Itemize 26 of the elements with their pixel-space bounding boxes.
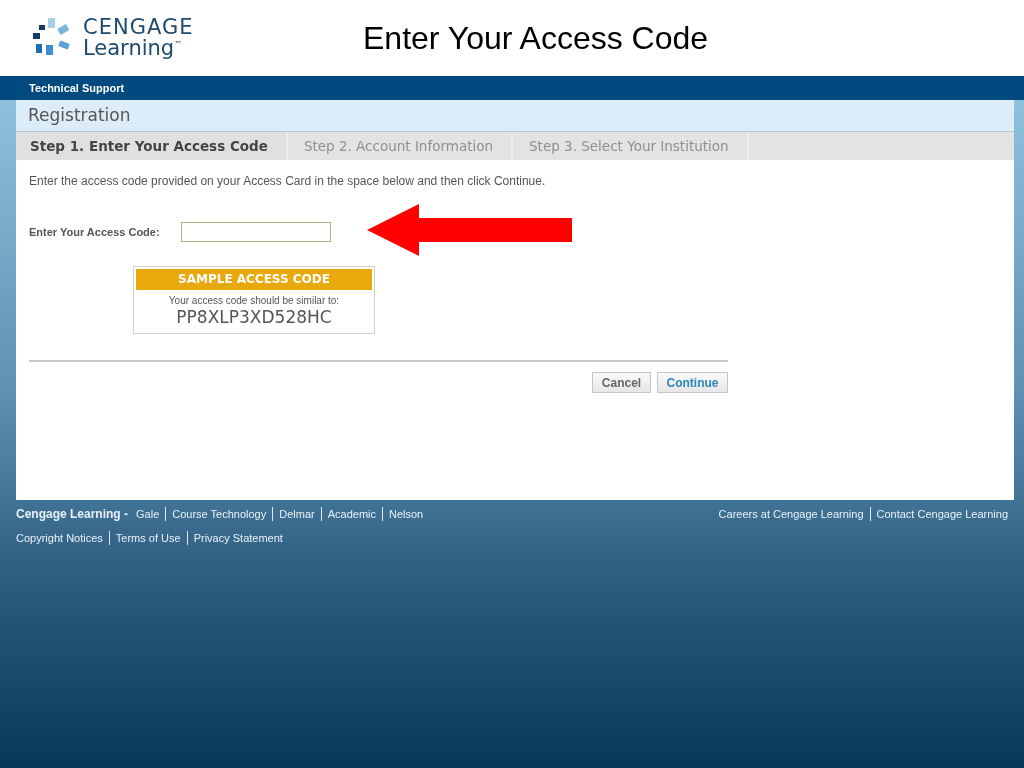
sample-code: PP8XLP3XD528HC: [175, 307, 333, 327]
sample-text: Your access code should be similar to:: [167, 295, 341, 306]
technical-support-link[interactable]: Technical Support: [29, 82, 125, 94]
instructions-text: Enter the access code provided on your Access Card in the space below and then click Continue.: [29, 174, 547, 188]
footer-link[interactable]: Careers at Cengage Learning: [718, 507, 870, 521]
field-label: Enter Your Access Code:: [29, 226, 161, 238]
cancel-button[interactable]: Cancel: [592, 372, 651, 393]
logo-wordmark: Learning$^{™}$: [83, 38, 184, 59]
sample-heading: SAMPLE ACCESS CODE: [136, 269, 372, 290]
footer-link[interactable]: Privacy Statement: [186, 531, 289, 545]
footer-link[interactable]: Contact Cengage Learning: [869, 507, 1008, 521]
panel-title: Registration: [16, 100, 1014, 132]
footer-link[interactable]: Copyright Notices: [16, 531, 109, 545]
footer-link[interactable]: Gale: [130, 507, 166, 521]
step-tab[interactable]: Step 2. Account Information: [287, 132, 514, 160]
slide-title: Enter Your Access Code: [363, 19, 709, 57]
footer-link[interactable]: Delmar: [272, 507, 321, 521]
logo-wordmark: CENGAGE: [83, 17, 194, 38]
footer-link[interactable]: Course Technology: [165, 507, 273, 521]
access-code-field[interactable]: [181, 222, 331, 242]
footer-brand: Cengage Learning -: [16, 507, 128, 521]
footer-link[interactable]: Nelson: [382, 507, 430, 521]
footer-link[interactable]: Academic: [320, 507, 382, 521]
step-tab[interactable]: Step 3. Select Your Institution: [513, 132, 749, 160]
footer-link[interactable]: Terms of Use: [108, 531, 187, 545]
continue-button[interactable]: Continue: [657, 372, 728, 393]
